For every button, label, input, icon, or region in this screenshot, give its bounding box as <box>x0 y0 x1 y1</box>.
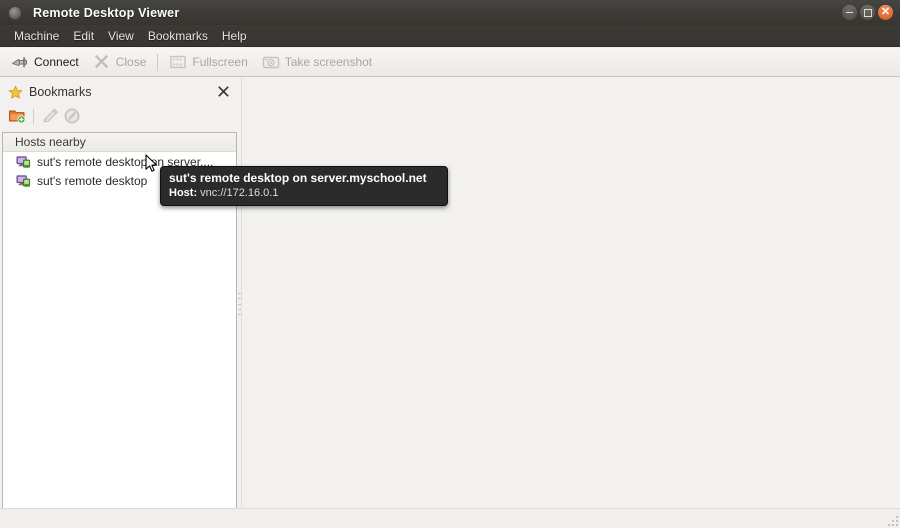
remote-desktop-icon <box>16 154 31 169</box>
toolbar-separator <box>157 53 159 71</box>
prohibited-delete-icon[interactable] <box>63 107 81 125</box>
close-connection-label: Close <box>115 55 147 69</box>
fullscreen-button[interactable]: Fullscreen <box>162 50 254 74</box>
close-connection-button[interactable]: Close <box>86 50 154 74</box>
connect-button[interactable]: Connect <box>4 50 86 74</box>
list-item-label: sut's remote desktop <box>37 173 148 188</box>
connect-button-label: Connect <box>34 55 79 69</box>
plug-connect-icon <box>11 53 29 71</box>
x-close-icon <box>93 53 111 71</box>
star-icon <box>8 85 23 100</box>
panel-close-icon[interactable] <box>217 85 230 98</box>
menu-item-bookmarks[interactable]: Bookmarks <box>141 27 215 45</box>
content-area: Bookmarks Hosts nearby sut's remote desk… <box>0 77 900 528</box>
remote-view-pane[interactable] <box>241 77 900 518</box>
close-icon[interactable]: ✕ <box>878 5 893 20</box>
tooltip-host-value: vnc://172.16.0.1 <box>200 187 279 199</box>
menu-item-help[interactable]: Help <box>215 27 254 45</box>
menu-item-view[interactable]: View <box>101 27 141 45</box>
panel-toolbar-separator <box>33 108 34 124</box>
window-controls: ✕ <box>842 5 893 20</box>
window-resize-grip[interactable] <box>884 512 898 526</box>
titlebar[interactable]: Remote Desktop Viewer ✕ <box>0 0 900 26</box>
remote-desktop-viewer-window: Remote Desktop Viewer ✕ Machine Edit Vie… <box>0 0 900 528</box>
menubar: Machine Edit View Bookmarks Help <box>0 25 900 47</box>
bookmark-tooltip: sut's remote desktop on server.myschool.… <box>160 166 448 206</box>
folder-add-icon[interactable] <box>8 107 26 125</box>
maximize-icon[interactable] <box>860 5 875 20</box>
remote-desktop-icon <box>16 173 31 188</box>
pencil-edit-icon[interactable] <box>41 107 59 125</box>
window-title: Remote Desktop Viewer <box>33 5 180 20</box>
status-bar <box>0 508 900 528</box>
tooltip-host-key: Host: <box>169 187 198 199</box>
main-toolbar: Connect Close Fullscreen Take screenshot <box>0 48 900 77</box>
list-group-header: Hosts nearby <box>3 133 236 152</box>
menu-item-edit[interactable]: Edit <box>66 27 101 45</box>
bookmarks-panel-header: Bookmarks <box>2 80 237 104</box>
take-screenshot-label: Take screenshot <box>284 55 373 69</box>
tooltip-host-row: Host: vnc://172.16.0.1 <box>169 186 439 200</box>
menu-item-machine[interactable]: Machine <box>7 27 66 45</box>
tooltip-title: sut's remote desktop on server.myschool.… <box>169 171 427 185</box>
bookmarks-panel: Bookmarks Hosts nearby sut's remote desk… <box>2 80 237 515</box>
camera-icon <box>262 53 280 71</box>
app-circle-icon <box>9 6 21 19</box>
minimize-icon[interactable] <box>842 5 857 20</box>
bookmarks-panel-toolbar <box>2 104 237 128</box>
bookmarks-panel-title: Bookmarks <box>29 85 92 99</box>
fullscreen-label: Fullscreen <box>192 55 248 69</box>
take-screenshot-button[interactable]: Take screenshot <box>255 50 379 74</box>
fullscreen-icon <box>169 53 187 71</box>
